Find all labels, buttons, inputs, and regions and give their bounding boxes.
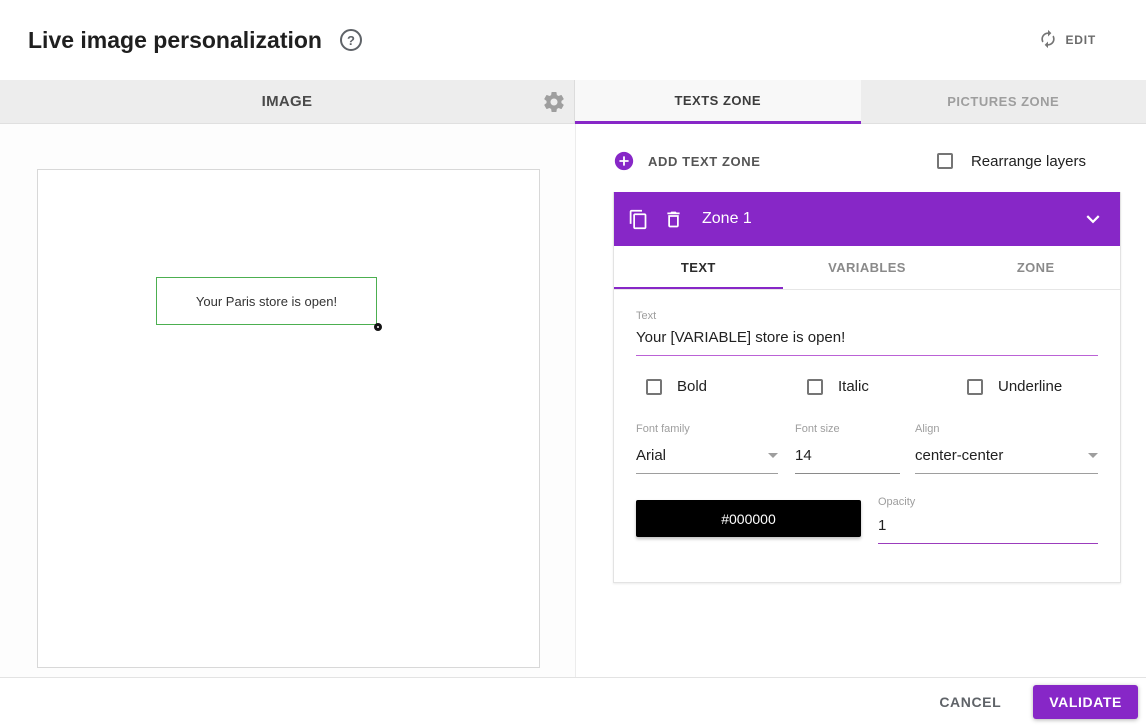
text-field-label: Text xyxy=(636,310,1098,322)
text-field: Text xyxy=(636,310,1098,356)
trash-icon xyxy=(663,209,684,230)
underline-toggle[interactable]: Underline xyxy=(967,378,1062,395)
italic-checkbox[interactable] xyxy=(807,379,823,395)
add-circle-icon xyxy=(613,150,635,172)
align-label: Align xyxy=(915,423,1098,435)
delete-zone-button[interactable] xyxy=(663,209,684,230)
copy-icon xyxy=(628,209,649,230)
gear-icon[interactable] xyxy=(542,90,566,114)
edit-button-label: EDIT xyxy=(1065,33,1096,47)
zone-actions-row: ADD TEXT ZONE Rearrange layers xyxy=(613,150,1086,172)
add-text-zone-button[interactable]: ADD TEXT ZONE xyxy=(613,150,761,172)
italic-toggle[interactable]: Italic xyxy=(807,378,967,395)
panel-headers: IMAGE TEXTS ZONE PICTURES ZONE xyxy=(0,80,1146,124)
zone-card: Zone 1 TEXT VARIABLES ZONE Text xyxy=(613,192,1121,583)
opacity-field: Opacity xyxy=(878,496,1098,544)
live-image-personalization-app: Live image personalization ? EDIT IMAGE … xyxy=(0,0,1146,725)
bold-toggle[interactable]: Bold xyxy=(646,378,807,395)
rearrange-layers-checkbox[interactable] xyxy=(937,153,953,169)
font-size-field: Font size xyxy=(795,423,900,474)
tab-pictures-zone[interactable]: PICTURES ZONE xyxy=(861,80,1146,124)
underline-checkbox[interactable] xyxy=(967,379,983,395)
opacity-label: Opacity xyxy=(878,496,1098,508)
help-icon[interactable]: ? xyxy=(340,29,362,51)
rearrange-layers-toggle[interactable]: Rearrange layers xyxy=(937,153,1086,170)
canvas-text-zone[interactable]: Your Paris store is open! xyxy=(156,277,377,325)
edit-button[interactable]: EDIT xyxy=(1038,29,1096,52)
zone-title: Zone 1 xyxy=(702,210,752,228)
align-value: center-center xyxy=(915,447,1003,464)
image-panel-title: IMAGE xyxy=(262,93,313,110)
zone-text-form: Text Bold Italic Underline xyxy=(614,290,1120,582)
footer: CANCEL VALIDATE xyxy=(0,677,1146,725)
canvas-text-zone-text: Your Paris store is open! xyxy=(196,294,337,309)
font-family-value: Arial xyxy=(636,447,666,464)
dropdown-caret-icon xyxy=(768,453,778,458)
bold-checkbox[interactable] xyxy=(646,379,662,395)
zone-tab-zone[interactable]: ZONE xyxy=(951,246,1120,289)
align-field: Align center-center xyxy=(915,423,1098,474)
resize-handle[interactable] xyxy=(374,323,382,331)
sync-icon xyxy=(1038,29,1058,52)
texts-zone-panel: ADD TEXT ZONE Rearrange layers Zone 1 xyxy=(575,124,1146,677)
page-title: Live image personalization xyxy=(28,27,322,54)
rearrange-layers-label: Rearrange layers xyxy=(971,153,1086,170)
opacity-input[interactable] xyxy=(878,512,1098,544)
font-family-field: Font family Arial xyxy=(636,423,778,474)
zone-tab-text[interactable]: TEXT xyxy=(614,246,783,289)
font-family-select[interactable]: Arial xyxy=(636,441,778,474)
add-text-zone-label: ADD TEXT ZONE xyxy=(648,154,761,169)
align-select[interactable]: center-center xyxy=(915,441,1098,474)
font-family-label: Font family xyxy=(636,423,778,435)
bold-label: Bold xyxy=(677,378,707,395)
chevron-down-icon[interactable] xyxy=(1080,206,1106,232)
image-canvas-panel: Your Paris store is open! xyxy=(0,124,575,677)
image-canvas[interactable]: Your Paris store is open! xyxy=(37,169,540,668)
header: Live image personalization ? EDIT xyxy=(0,0,1146,80)
image-panel-header: IMAGE xyxy=(0,80,575,124)
color-swatch-button[interactable]: #000000 xyxy=(636,500,861,537)
font-settings-row: Font family Arial Font size Align cen xyxy=(636,423,1098,474)
font-size-label: Font size xyxy=(795,423,900,435)
italic-label: Italic xyxy=(838,378,869,395)
zone-tab-variables[interactable]: VARIABLES xyxy=(783,246,952,289)
tab-texts-zone[interactable]: TEXTS ZONE xyxy=(575,80,861,124)
dropdown-caret-icon xyxy=(1088,453,1098,458)
font-size-input[interactable] xyxy=(795,441,900,474)
cancel-button[interactable]: CANCEL xyxy=(925,686,1015,718)
underline-label: Underline xyxy=(998,378,1062,395)
zone-header[interactable]: Zone 1 xyxy=(614,192,1120,246)
zone-tabs: TEXT VARIABLES ZONE xyxy=(614,246,1120,290)
color-opacity-row: #000000 Opacity xyxy=(636,500,1098,544)
style-toggles-row: Bold Italic Underline xyxy=(636,378,1098,395)
validate-button[interactable]: VALIDATE xyxy=(1033,685,1138,719)
duplicate-zone-button[interactable] xyxy=(628,209,649,230)
text-field-input[interactable] xyxy=(636,322,1098,356)
